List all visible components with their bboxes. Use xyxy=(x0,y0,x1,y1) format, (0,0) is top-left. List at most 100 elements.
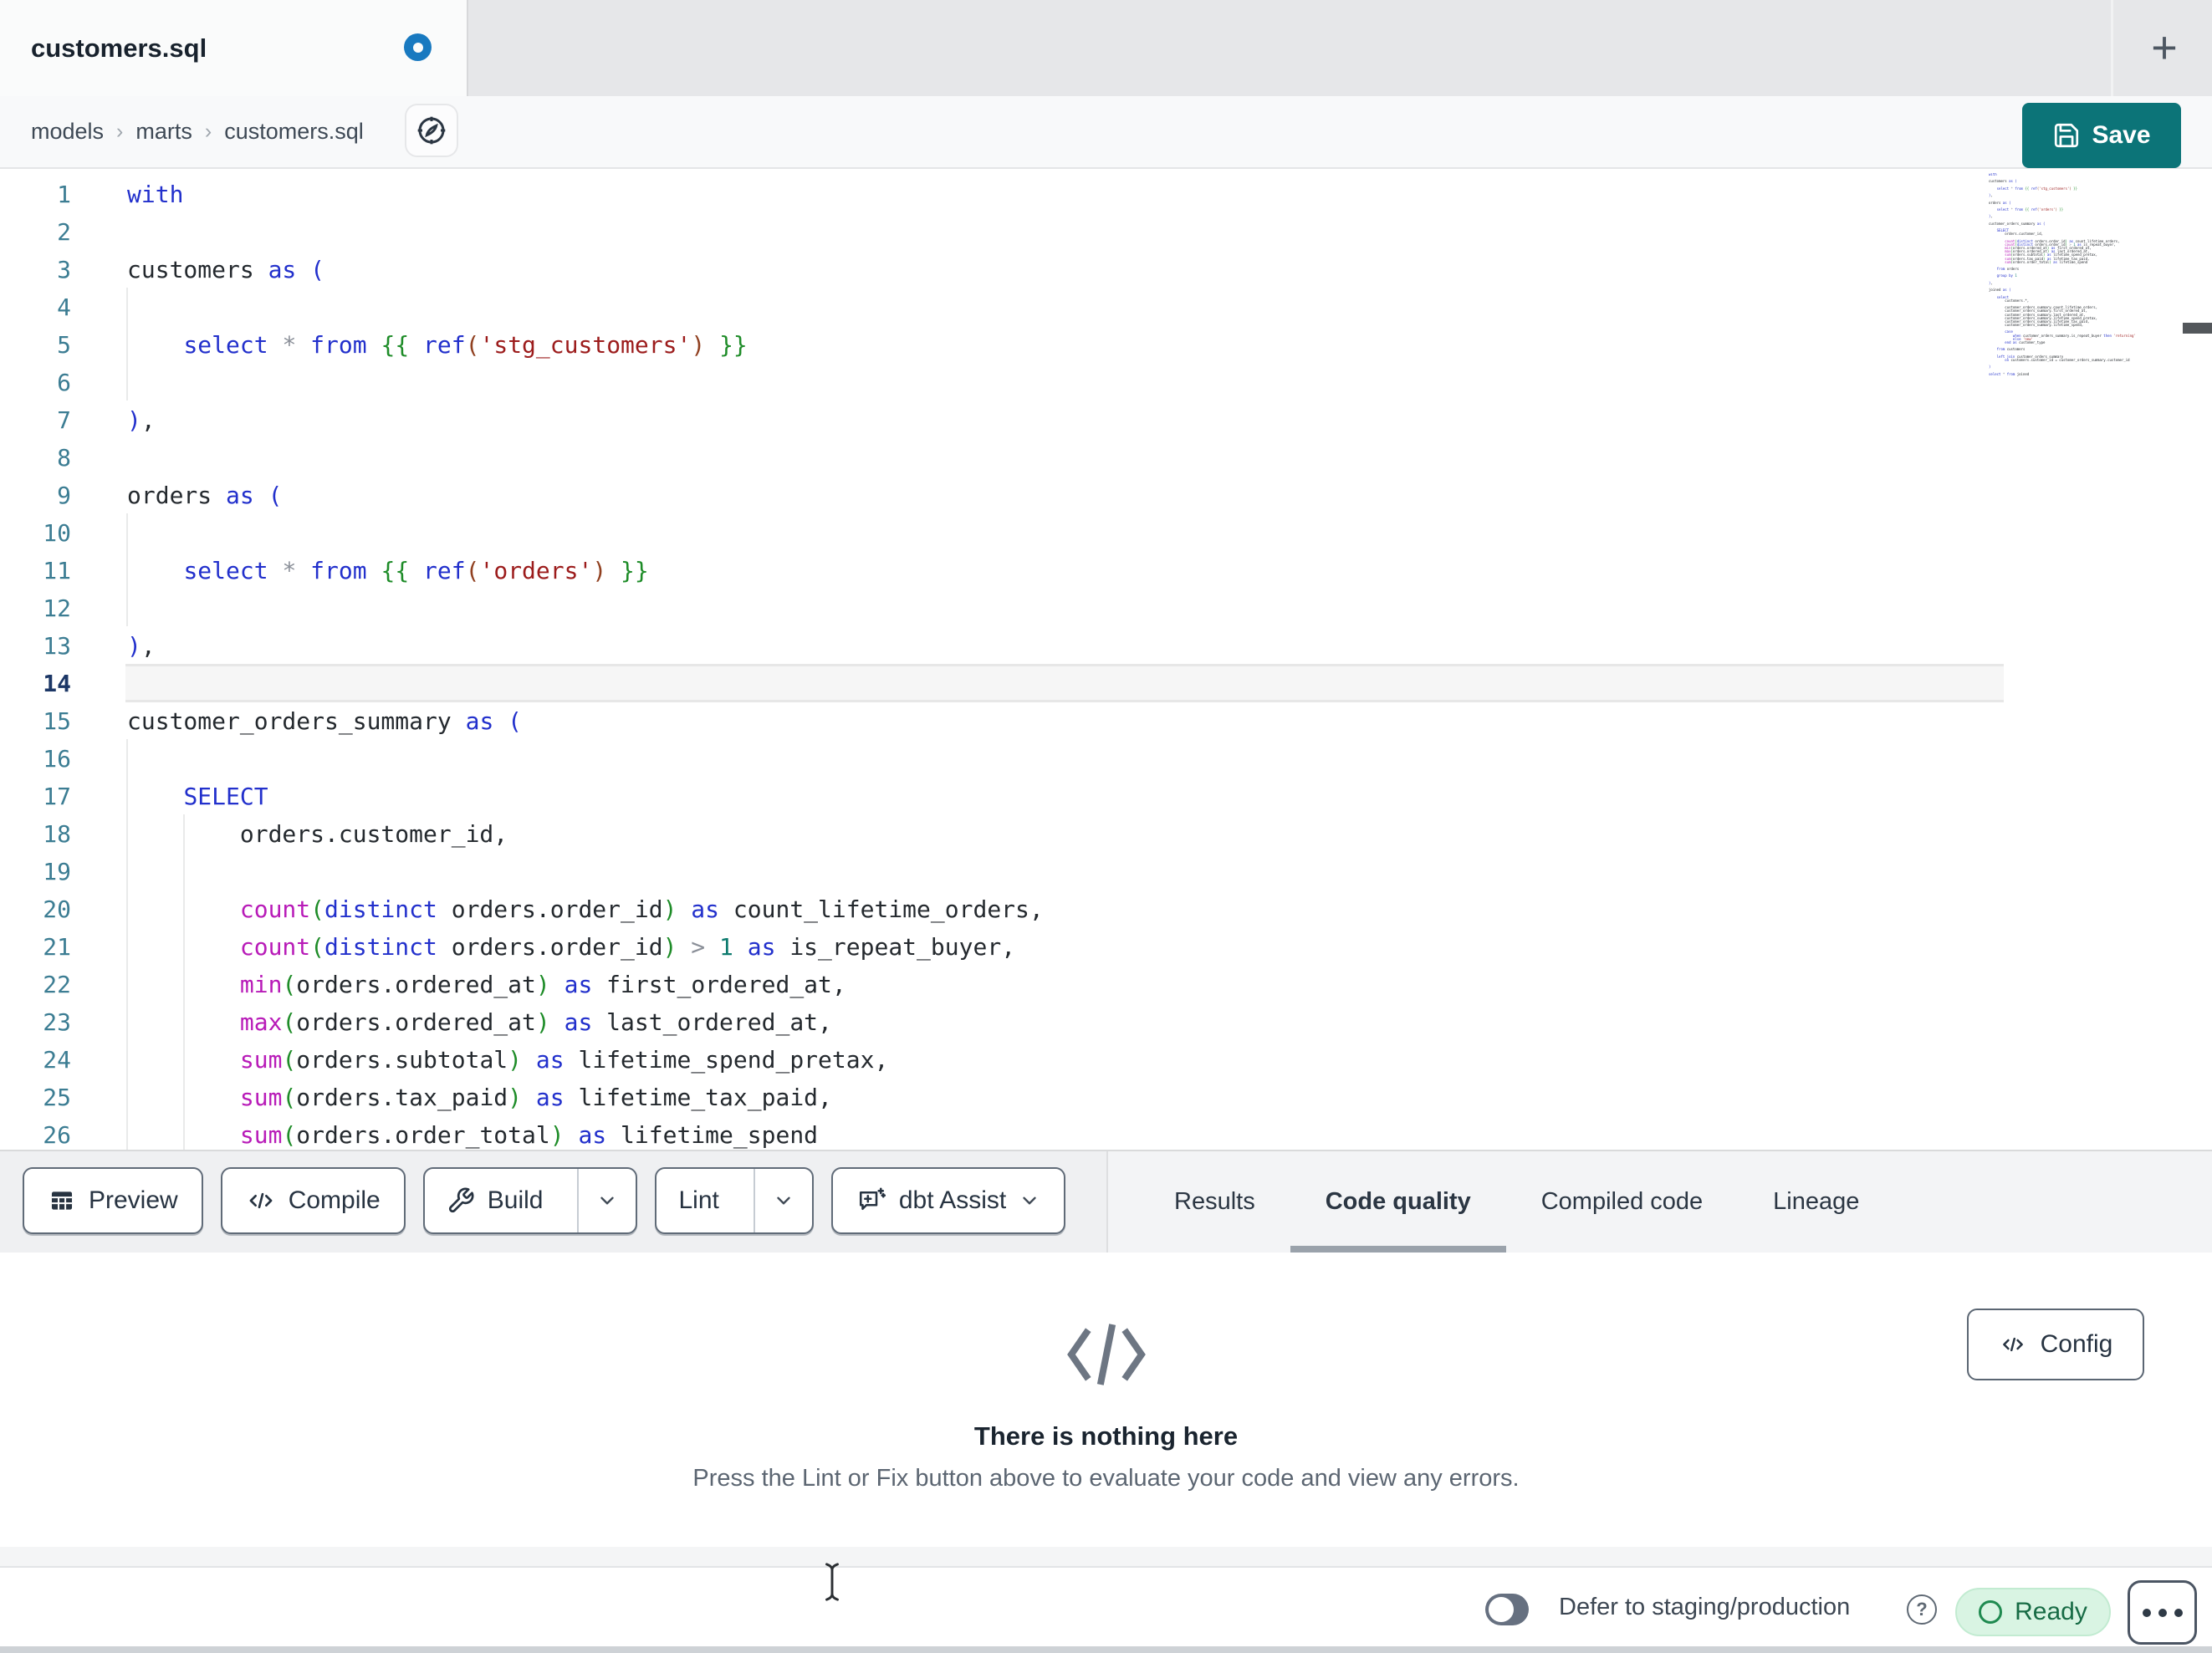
code-line[interactable]: select * from {{ ref('stg_customers') }} xyxy=(127,326,1044,364)
code-line[interactable] xyxy=(127,853,1044,890)
code-editor[interactable]: 1 2 3 4 5 6 7 8 9 10 11 12 13 14 15 16 17 18 19 20 21 22 23 24 2… xyxy=(0,169,2212,1150)
code-line[interactable]: SELECT xyxy=(127,778,1044,815)
defer-label: Defer to staging/production xyxy=(1559,1593,1851,1620)
code-line[interactable]: min(orders.ordered_at) as first_ordered_… xyxy=(127,966,1044,1003)
bottom-edge xyxy=(0,1646,2212,1653)
line-number: 21 xyxy=(43,933,71,961)
tab-results[interactable]: Results xyxy=(1139,1151,1290,1253)
code-line[interactable] xyxy=(127,514,1044,552)
code-line[interactable] xyxy=(127,439,1044,477)
status-badge-label: Ready xyxy=(2015,1598,2087,1625)
defer-toggle[interactable] xyxy=(1485,1594,1529,1625)
line-number: 20 xyxy=(43,895,71,923)
code-line[interactable]: count(distinct orders.order_id) > 1 as i… xyxy=(127,928,1044,966)
build-dropdown-button[interactable] xyxy=(577,1169,636,1232)
status-badge: Ready xyxy=(1955,1588,2111,1636)
code-line[interactable]: ), xyxy=(127,401,1044,439)
ellipsis-icon xyxy=(2158,1608,2167,1617)
unsaved-indicator-icon xyxy=(404,33,432,61)
preview-button[interactable]: Preview xyxy=(23,1167,203,1234)
editor-toolbar: Preview Compile Build Lint dbt Assist xyxy=(23,1167,1066,1234)
code-line[interactable]: select * from {{ ref('orders') }} xyxy=(127,552,1044,589)
tab-lineage[interactable]: Lineage xyxy=(1738,1151,1894,1253)
lint-dropdown-button[interactable] xyxy=(753,1169,812,1232)
line-number: 7 xyxy=(57,406,71,434)
save-button[interactable]: Save xyxy=(2022,103,2181,168)
code-quality-panel: There is nothing here Press the Lint or … xyxy=(0,1253,2212,1547)
dbt-assist-button[interactable]: dbt Assist xyxy=(830,1167,1066,1234)
action-strip: Preview Compile Build Lint dbt Assist Re… xyxy=(0,1150,2212,1253)
code-line[interactable] xyxy=(127,288,1044,326)
code-line[interactable]: sum(orders.order_total) as lifetime_spen… xyxy=(127,1116,1044,1150)
code-line[interactable]: orders as ( xyxy=(127,477,1044,514)
code-line[interactable]: sum(orders.tax_paid) as lifetime_tax_pai… xyxy=(127,1079,1044,1116)
code-icon xyxy=(1999,1332,2027,1357)
code-line[interactable]: max(orders.ordered_at) as last_ordered_a… xyxy=(127,1003,1044,1041)
config-button[interactable]: Config xyxy=(1967,1309,2144,1380)
code-line[interactable] xyxy=(127,740,1044,778)
lint-button[interactable]: Lint xyxy=(656,1169,740,1232)
line-number: 11 xyxy=(43,557,71,584)
overflow-menu-button[interactable] xyxy=(2128,1580,2197,1645)
help-icon[interactable]: ? xyxy=(1907,1594,1937,1625)
code-line[interactable]: with xyxy=(127,176,1044,213)
tabbar-divider xyxy=(2111,0,2113,96)
code-brackets-icon xyxy=(1060,1316,1153,1393)
minimap-line: select * from joined xyxy=(1989,371,2030,376)
scrollbar-thumb[interactable] xyxy=(2183,323,2212,334)
new-tab-button[interactable]: + xyxy=(2134,17,2194,79)
file-tab-title: customers.sql xyxy=(31,33,207,63)
panel-scroll-track xyxy=(0,1547,2212,1566)
line-number: 14 xyxy=(43,670,71,697)
tab-compiled-code[interactable]: Compiled code xyxy=(1506,1151,1738,1253)
line-number: 5 xyxy=(57,331,71,359)
ellipsis-icon xyxy=(2174,1608,2183,1617)
empty-state-title: There is nothing here xyxy=(973,1421,1239,1451)
chat-sparkle-icon xyxy=(856,1186,886,1216)
ready-circle-icon xyxy=(1979,1600,2003,1624)
preview-button-label: Preview xyxy=(89,1186,178,1214)
status-bar: Defer to staging/production ? Ready xyxy=(0,1566,2212,1646)
code-line[interactable]: customers as ( xyxy=(127,251,1044,288)
line-number: 9 xyxy=(57,482,71,509)
line-number: 19 xyxy=(43,858,71,885)
code-line[interactable] xyxy=(127,364,1044,401)
text-cursor xyxy=(821,1560,843,1604)
chevron-down-icon xyxy=(596,1190,618,1212)
compass-icon xyxy=(415,114,448,147)
chevron-down-icon xyxy=(773,1190,794,1212)
breadcrumb-item-models[interactable]: models xyxy=(31,119,104,145)
tab-code-quality[interactable]: Code quality xyxy=(1290,1151,1506,1253)
code-line[interactable]: ), xyxy=(127,627,1044,665)
code-line[interactable]: count(distinct orders.order_id) as count… xyxy=(127,890,1044,928)
breadcrumb-item-file[interactable]: customers.sql xyxy=(224,119,364,145)
line-number: 10 xyxy=(43,519,71,547)
code-line[interactable]: sum(orders.subtotal) as lifetime_spend_p… xyxy=(127,1041,1044,1079)
code-line[interactable] xyxy=(127,589,1044,627)
compass-button[interactable] xyxy=(405,104,458,157)
code-lines[interactable]: with customers as ( select * from {{ ref(… xyxy=(127,176,1044,1150)
line-number: 15 xyxy=(43,707,71,735)
code-line[interactable]: customer_orders_summary as ( xyxy=(127,702,1044,740)
code-line[interactable] xyxy=(127,213,1044,251)
code-icon xyxy=(246,1186,276,1215)
code-line[interactable] xyxy=(127,665,1044,702)
build-split-button: Build xyxy=(422,1167,638,1234)
wrench-icon xyxy=(447,1186,475,1215)
line-number: 25 xyxy=(43,1084,71,1111)
minimap[interactable]: with customers as ( select * from {{ ref(… xyxy=(1989,173,2183,376)
line-number: 2 xyxy=(57,218,71,246)
line-number: 12 xyxy=(43,594,71,622)
file-tab-customers-sql[interactable]: customers.sql xyxy=(0,0,468,96)
compile-button-label: Compile xyxy=(288,1186,381,1214)
compile-button[interactable]: Compile xyxy=(220,1167,406,1234)
line-number: 24 xyxy=(43,1046,71,1074)
build-button[interactable]: Build xyxy=(425,1169,565,1232)
build-button-label: Build xyxy=(487,1186,544,1214)
line-number: 3 xyxy=(57,256,71,283)
code-line[interactable]: orders.customer_id, xyxy=(127,815,1044,853)
breadcrumb-row: models › marts › customers.sql Save xyxy=(0,96,2212,169)
line-number: 23 xyxy=(43,1008,71,1036)
breadcrumb-separator: › xyxy=(204,120,212,143)
breadcrumb-item-marts[interactable]: marts xyxy=(135,119,192,145)
